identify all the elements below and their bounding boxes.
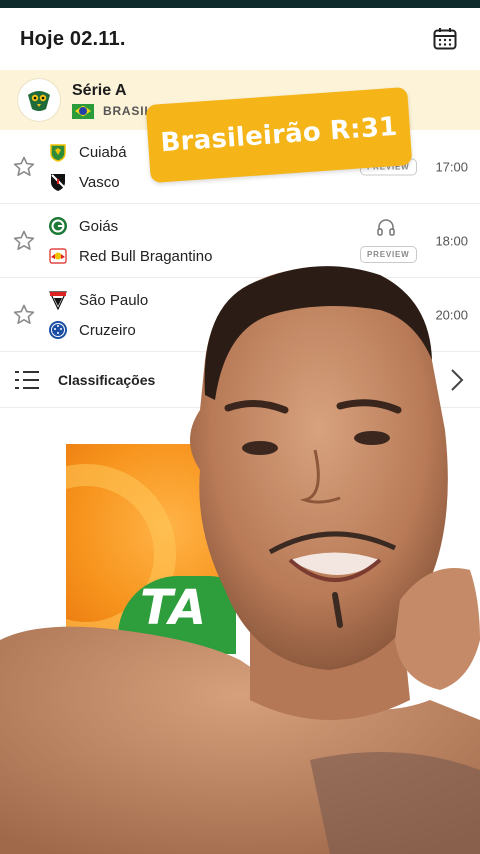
standings-list-icon (15, 370, 39, 389)
league-country: BRASIL (103, 104, 153, 118)
kickoff-time: 18:00 (435, 233, 468, 248)
away-team: Vasco (48, 172, 120, 192)
vasco-crest-icon (51, 174, 65, 191)
home-team-name: São Paulo (79, 291, 149, 309)
league-logo (18, 79, 60, 121)
date-title: Hoje 02.11. (20, 27, 126, 50)
chevron-right-icon[interactable] (450, 368, 464, 392)
away-team: Red Bull Bragantino (48, 246, 212, 266)
home-team: Cuiabá (48, 142, 127, 162)
sao-paulo-crest-icon (49, 291, 67, 310)
match-row[interactable]: Goiás Red Bull Bragantino PREVIEW 18:00 (0, 204, 480, 278)
home-team-name: Goiás (79, 217, 119, 235)
away-team-name: Vasco (79, 173, 120, 191)
status-bar (0, 0, 480, 8)
home-team-name: Cuiabá (79, 143, 127, 161)
away-team: Cruzeiro (48, 320, 136, 340)
ad-logo: TA (140, 580, 207, 636)
home-team: São Paulo (48, 290, 148, 310)
star-icon[interactable] (12, 303, 36, 327)
star-icon[interactable] (12, 155, 36, 179)
preview-badge[interactable]: PREVIEW (360, 246, 417, 263)
kickoff-time: 17:00 (435, 159, 468, 174)
kickoff-time: 20:00 (435, 307, 468, 322)
cuiaba-crest-icon (50, 144, 66, 162)
headphones-icon[interactable] (376, 218, 396, 236)
brazil-flag-icon (72, 103, 94, 119)
standings-label: Classificações (58, 371, 156, 388)
match-row[interactable]: São Paulo Cruzeiro 20:00 (0, 278, 480, 352)
away-team-name: Red Bull Bragantino (79, 247, 213, 265)
standings-row[interactable]: Classificações (0, 352, 480, 408)
league-name: Série A (72, 81, 127, 99)
star-icon[interactable] (12, 229, 36, 253)
video-caption-text: Brasileirão R:31 (159, 111, 399, 159)
away-team-name: Cruzeiro (79, 321, 136, 339)
app-header: Hoje 02.11. (0, 8, 480, 70)
league-country-row: BRASIL (72, 103, 153, 119)
calendar-icon[interactable] (432, 26, 458, 52)
goias-crest-icon (49, 217, 67, 235)
bragantino-crest-icon (49, 248, 67, 264)
advertisement-banner[interactable]: TA (66, 444, 236, 654)
cruzeiro-crest-icon (49, 321, 67, 339)
home-team: Goiás (48, 216, 118, 236)
